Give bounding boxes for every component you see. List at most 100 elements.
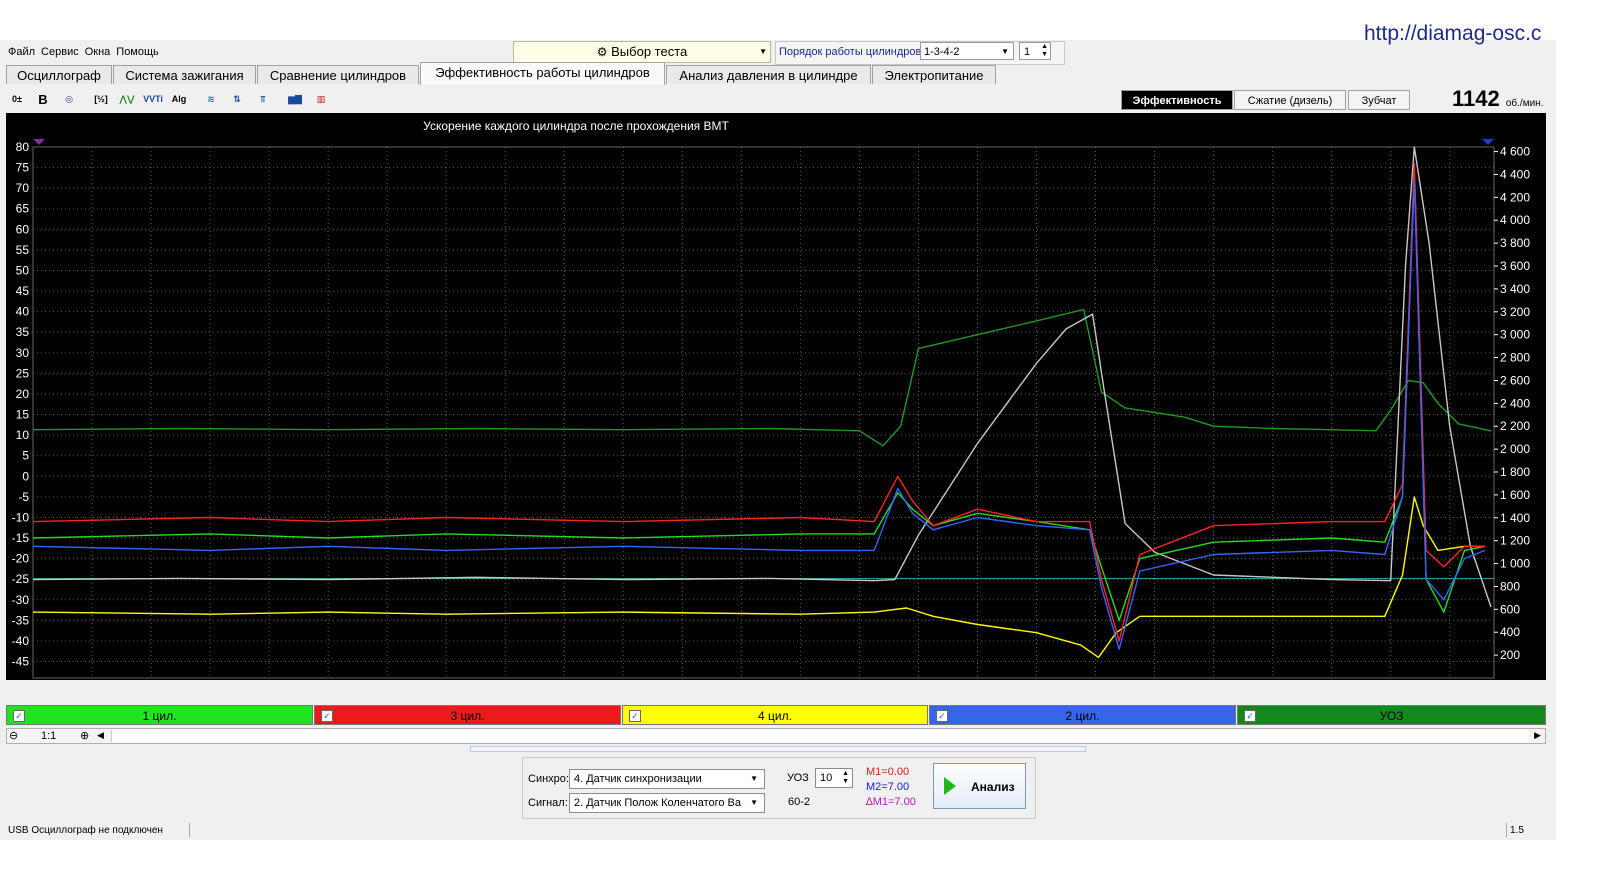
y-right-tick-label: 1 600: [1500, 488, 1530, 502]
scroll-right-icon[interactable]: ▶: [1534, 730, 1541, 741]
checkbox-icon[interactable]: ✓: [13, 710, 25, 722]
y-left-tick-label: 5: [22, 449, 29, 463]
sync-select[interactable]: 4. Датчик синхронизации ▼: [569, 769, 765, 789]
rpm-icon[interactable]: ◎: [58, 89, 80, 109]
chart-area[interactable]: Ускорение каждого цилиндра после прохожд…: [6, 113, 1546, 699]
scale-icon[interactable]: [½]: [90, 89, 112, 109]
y-right-tick-label: 4 200: [1500, 190, 1530, 204]
marker-m1: M1=0.00: [866, 766, 910, 778]
y-right-tick-label: 4 600: [1500, 145, 1530, 159]
status-text: USB Осциллограф не подключен: [8, 825, 163, 836]
legend-uoz[interactable]: ✓ УОЗ: [1237, 705, 1546, 725]
uoz-spin[interactable]: 10 ▲ ▼: [815, 768, 853, 788]
checkbox-icon[interactable]: ✓: [1244, 710, 1256, 722]
legend-cyl-1[interactable]: ✓ 1 цил.: [6, 705, 313, 725]
y-right-tick-label: 3 600: [1500, 259, 1530, 273]
plot-frame: [32, 146, 1495, 679]
checkbox-icon[interactable]: ✓: [936, 710, 948, 722]
status-bar: USB Осциллограф не подключен 1.5: [6, 822, 1556, 838]
url-watermark: http://diamag-osc.c: [1364, 22, 1542, 45]
vvti-icon[interactable]: VVTi: [142, 89, 164, 109]
status-version: 1.5: [1510, 825, 1524, 836]
cylinder-spin-value: 1: [1024, 46, 1031, 58]
signal-select[interactable]: 2. Датчик Полож Коленчатого Ва ▼: [569, 793, 765, 813]
sort-icon[interactable]: ⇅: [226, 89, 248, 109]
marker-icon[interactable]: ⫪: [252, 89, 274, 109]
filter-icon[interactable]: ≋: [200, 89, 222, 109]
menu-help[interactable]: Помощь: [116, 46, 159, 58]
zoom-out-icon[interactable]: ⊖: [9, 729, 18, 742]
y-left-tick-label: 70: [16, 181, 30, 195]
menu-file[interactable]: Файл: [8, 46, 35, 58]
sync-label: Синхро:: [528, 773, 569, 785]
y-right-tick-label: 2 600: [1500, 373, 1530, 387]
y-right-tick-label: 600: [1500, 602, 1520, 616]
tab-power[interactable]: Электропитание: [872, 65, 996, 84]
tab-cylinder-efficiency[interactable]: Эффективность работы цилиндров: [420, 62, 665, 85]
tab-oscillograph[interactable]: Осциллограф: [6, 65, 112, 84]
splitter-handle[interactable]: [470, 746, 1086, 752]
legend-cyl-2[interactable]: ✓ 2 цил.: [929, 705, 1236, 725]
menu-windows[interactable]: Окна: [85, 46, 111, 58]
tab-ignition[interactable]: Система зажигания: [113, 65, 256, 84]
signal-label: Сигнал:: [528, 797, 568, 809]
y-right-tick-label: 4 000: [1500, 213, 1530, 227]
y-left-tick-label: -35: [12, 613, 30, 627]
legend-bar: ✓ 1 цил. ✓ 3 цил. ✓ 4 цил. ✓ 2 цил. ✓ УОЗ: [6, 705, 1546, 726]
sync-value: 4. Датчик синхронизации: [574, 773, 702, 785]
y-left-tick-label: -20: [12, 552, 30, 566]
y-right-tick-label: 800: [1500, 579, 1520, 593]
chart-grid: [32, 146, 1495, 679]
rpm-unit: об./мин.: [1505, 98, 1544, 109]
zero-icon[interactable]: 0±: [6, 89, 28, 109]
alg-icon[interactable]: Alg: [168, 89, 190, 109]
line-icon[interactable]: ⋀⋁: [116, 89, 138, 109]
tab-efficiency[interactable]: Эффективность: [1121, 90, 1233, 110]
checkbox-icon[interactable]: ✓: [321, 710, 333, 722]
bold-icon[interactable]: B: [32, 89, 54, 109]
test-selector[interactable]: ⚙ Выбор теста ▼: [513, 41, 771, 63]
status-divider: [189, 823, 190, 837]
cylinder-order-select[interactable]: 1-3-4-2 ▼: [920, 42, 1014, 60]
chevron-down-icon: ▼: [750, 798, 758, 807]
cylinder-spin[interactable]: 1 ▲ ▼: [1019, 42, 1051, 60]
legend-label: 2 цил.: [1065, 709, 1100, 723]
y-right-tick-label: 3 800: [1500, 236, 1530, 250]
y-left-tick-label: 55: [16, 243, 30, 257]
bar-chart-icon[interactable]: ▆▇: [284, 89, 306, 109]
y-right-tick-label: 3 200: [1500, 305, 1530, 319]
menu-service[interactable]: Сервис: [41, 46, 79, 58]
tab-diesel-compression[interactable]: Сжатие (дизель): [1234, 90, 1346, 110]
legend-cyl-4[interactable]: ✓ 4 цил.: [622, 705, 928, 725]
menu-bar: Файл Сервис Окна Помощь: [8, 46, 159, 58]
y-left-tick-label: 15: [16, 408, 30, 422]
chevron-down-icon: ▼: [750, 774, 758, 783]
cylinder-order-label: Порядок работы цилиндров: [779, 46, 922, 58]
checkbox-icon[interactable]: ✓: [629, 710, 641, 722]
y-left-tick-label: 20: [16, 387, 30, 401]
y-right-tick-label: 200: [1500, 648, 1520, 662]
scroll-left-icon[interactable]: ◀: [97, 730, 104, 741]
y-right-tick-label: 2 200: [1500, 419, 1530, 433]
y-left-tick-label: 45: [16, 284, 30, 298]
chart-axes: 80757065605550454035302520151050-5-10-15…: [12, 139, 1530, 699]
table-icon[interactable]: ▥: [310, 89, 332, 109]
series-line-4: [32, 308, 1492, 447]
y-left-tick-label: -30: [12, 593, 30, 607]
tab-pressure[interactable]: Анализ давления в цилиндре: [666, 65, 871, 84]
analyze-button[interactable]: Анализ: [933, 763, 1026, 809]
tab-cylinder-compare[interactable]: Сравнение цилиндров: [257, 65, 419, 84]
tab-gear[interactable]: Зубчат: [1348, 90, 1410, 110]
chart-title: Ускорение каждого цилиндра после прохожд…: [423, 119, 729, 133]
zoom-in-icon[interactable]: ⊕: [80, 729, 89, 742]
y-right-tick-label: 400: [1500, 625, 1520, 639]
y-left-tick-label: -10: [12, 510, 30, 524]
legend-label: 4 цил.: [758, 709, 792, 723]
legend-cyl-3[interactable]: ✓ 3 цил.: [314, 705, 621, 725]
uoz-label: УОЗ: [787, 772, 809, 784]
y-left-tick-label: 30: [16, 346, 30, 360]
y-left-tick-label: -25: [12, 572, 30, 586]
chevron-down-icon: ▼: [759, 47, 767, 56]
analyze-label: Анализ: [971, 780, 1015, 794]
horizontal-scrollbar[interactable]: [111, 730, 1528, 742]
